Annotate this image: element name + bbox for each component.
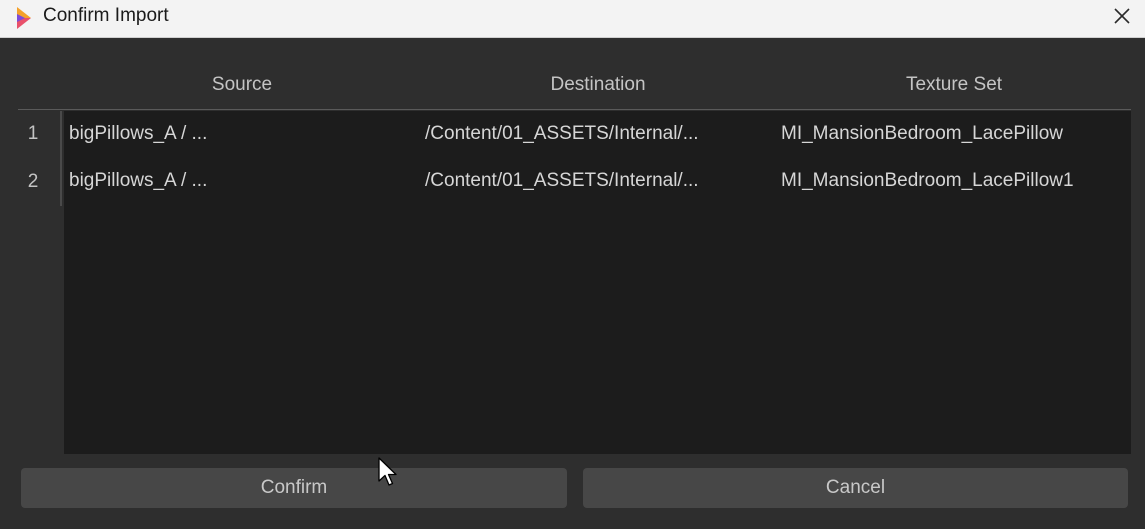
table-row[interactable]: bigPillows_A / ... /Content/01_ASSETS/In… <box>64 111 1131 158</box>
cell-destination: /Content/01_ASSETS/Internal/... <box>425 123 699 144</box>
cell-texture-set: MI_MansionBedroom_LacePillow <box>781 123 1063 144</box>
table-header: Source Destination Texture Set <box>18 68 1131 110</box>
column-header-texture-set[interactable]: Texture Set <box>776 73 1132 97</box>
confirm-import-dialog: Confirm Import Source Destination Textur… <box>0 0 1145 529</box>
column-header-source[interactable]: Source <box>64 73 420 97</box>
dialog-body: Source Destination Texture Set 1 2 bigPi… <box>0 38 1145 529</box>
column-header-destination[interactable]: Destination <box>420 73 776 97</box>
confirm-button[interactable]: Confirm <box>21 468 567 508</box>
cell-source: bigPillows_A / ... <box>69 123 208 144</box>
app-icon <box>14 6 34 30</box>
cell-destination: /Content/01_ASSETS/Internal/... <box>425 170 699 191</box>
row-number-gutter: 1 2 <box>18 111 62 206</box>
mouse-cursor-icon <box>378 457 400 489</box>
row-number: 1 <box>27 123 39 144</box>
cancel-button[interactable]: Cancel <box>583 468 1128 508</box>
close-icon <box>1113 7 1131 30</box>
table-row[interactable]: bigPillows_A / ... /Content/01_ASSETS/In… <box>64 158 1131 205</box>
title-bar[interactable]: Confirm Import <box>0 0 1145 38</box>
cell-source: bigPillows_A / ... <box>69 170 208 191</box>
table-body: bigPillows_A / ... /Content/01_ASSETS/In… <box>64 111 1131 454</box>
window-title: Confirm Import <box>43 5 169 26</box>
row-number: 2 <box>27 171 39 192</box>
close-button[interactable] <box>1099 0 1145 37</box>
cell-texture-set: MI_MansionBedroom_LacePillow1 <box>781 170 1074 191</box>
